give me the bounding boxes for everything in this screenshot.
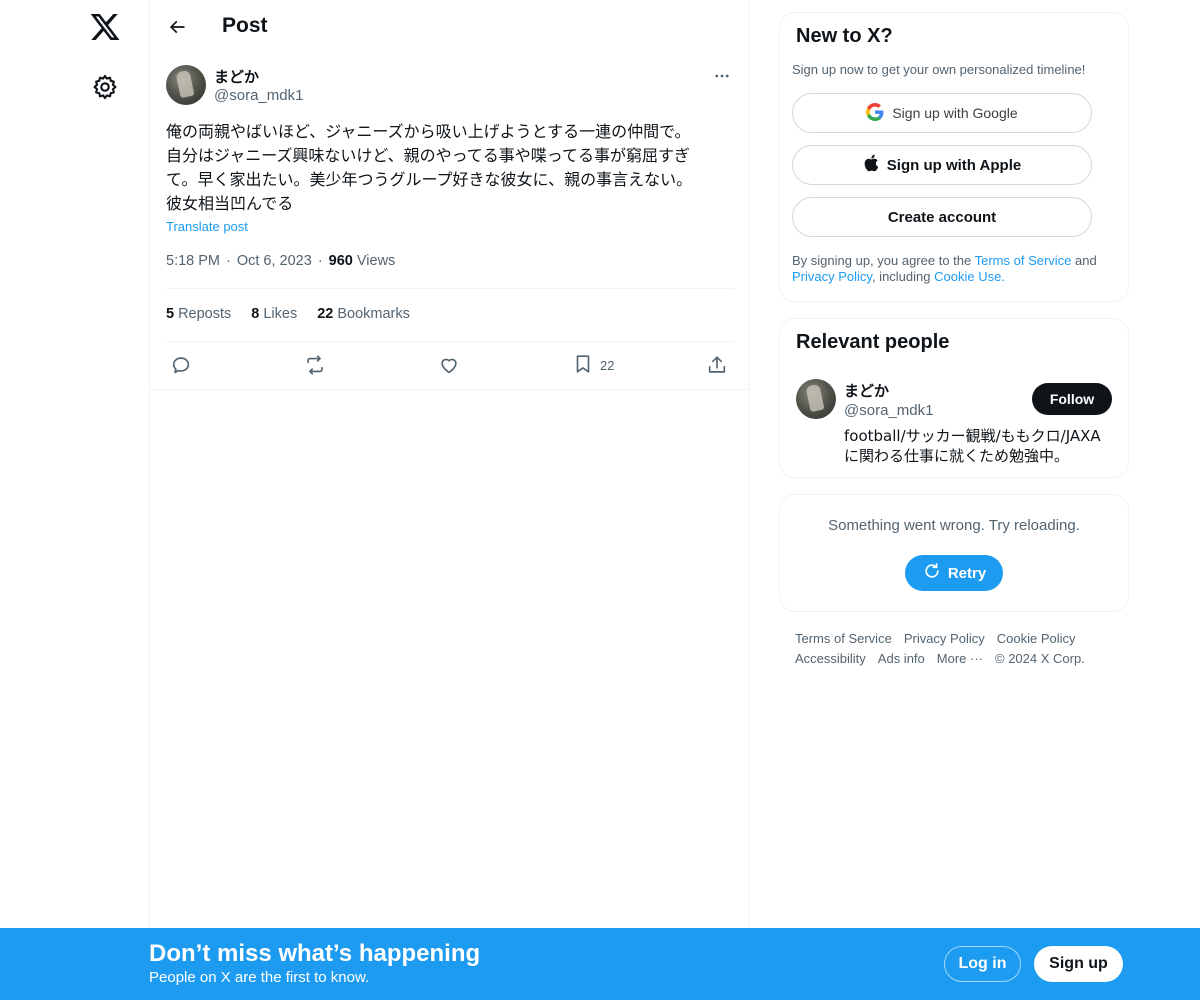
reply-icon[interactable] xyxy=(170,352,192,378)
follow-button[interactable]: Follow xyxy=(1032,383,1112,415)
post-author: まどか @sora_mdk1 xyxy=(166,64,734,108)
divider xyxy=(166,288,734,289)
author-handle[interactable]: @sora_mdk1 xyxy=(214,87,303,104)
relevant-people-card: Relevant people まどか @sora_mdk1 Follow fo… xyxy=(779,318,1129,478)
signup-google-label: Sign up with Google xyxy=(892,105,1018,121)
top-bar: Post xyxy=(150,0,750,53)
error-message: Something went wrong. Try reloading. xyxy=(828,517,1080,534)
error-card: Something went wrong. Try reloading. Ret… xyxy=(779,494,1129,612)
bookmark-count: 22 xyxy=(600,357,615,373)
apple-icon xyxy=(863,154,879,176)
footer-privacy-link[interactable]: Privacy Policy xyxy=(904,631,985,646)
google-icon xyxy=(866,102,884,124)
create-account-button[interactable]: Create account xyxy=(792,197,1092,237)
footer-cookie-link[interactable]: Cookie Policy xyxy=(997,631,1076,646)
post-time[interactable]: 5:18 PM xyxy=(166,253,220,269)
person-bio: football/サッカー観戦/ももクロ/JAXAに関わる仕事に就くため勉強中。 xyxy=(844,427,1101,465)
footer-accessibility-link[interactable]: Accessibility xyxy=(795,651,866,666)
views-count: 960 xyxy=(328,253,353,269)
signup-google-button[interactable]: Sign up with Google xyxy=(792,93,1092,133)
relevant-people-title: Relevant people xyxy=(796,331,950,353)
translate-post-link[interactable]: Translate post xyxy=(166,219,248,234)
avatar[interactable] xyxy=(166,65,206,105)
back-arrow-icon[interactable] xyxy=(162,12,192,42)
main-column: Post まどか @sora_mdk1 俺の両親やばいほど、ジャニーズから吸い上… xyxy=(149,0,750,1000)
signup-apple-button[interactable]: Sign up with Apple xyxy=(792,145,1092,185)
app-root: Post まどか @sora_mdk1 俺の両親やばいほど、ジャニーズから吸い上… xyxy=(0,0,1200,1000)
post-text: 俺の両親やばいほど、ジャニーズから吸い上げようとする一連の仲間で。 自分はジャニ… xyxy=(166,122,693,213)
signup-button[interactable]: Sign up xyxy=(1034,946,1123,982)
terms-link[interactable]: Terms of Service xyxy=(975,253,1072,268)
views-label: Views xyxy=(356,253,396,269)
share-icon[interactable] xyxy=(706,352,728,378)
signup-legal-text: By signing up, you agree to the Terms of… xyxy=(792,253,1097,284)
privacy-link[interactable]: Privacy Policy xyxy=(792,269,872,284)
footer-ads-link[interactable]: Ads info xyxy=(878,651,925,666)
signup-card-title: New to X? xyxy=(796,25,893,47)
footer-terms-link[interactable]: Terms of Service xyxy=(795,631,892,646)
bookmark-button[interactable]: 22 xyxy=(572,352,614,378)
footer-links: Terms of Service Privacy Policy Cookie Pol… xyxy=(795,629,1115,669)
gear-icon[interactable] xyxy=(91,73,119,101)
bottom-bar-subtitle: People on X are the first to know. xyxy=(149,969,370,986)
x-logo-icon[interactable] xyxy=(89,11,121,43)
post-stats: 5 Reposts 8 Likes 22 Bookmarks xyxy=(166,306,410,322)
signup-apple-label: Sign up with Apple xyxy=(886,156,1022,174)
person-handle[interactable]: @sora_mdk1 xyxy=(844,402,933,419)
retry-button[interactable]: Retry xyxy=(905,555,1003,591)
likes-stat[interactable]: 8 Likes xyxy=(251,306,297,322)
login-button[interactable]: Log in xyxy=(944,946,1021,982)
footer-more-link[interactable]: More ··· xyxy=(937,651,983,666)
page-title: Post xyxy=(222,14,268,37)
divider xyxy=(150,389,750,390)
more-options-icon[interactable] xyxy=(710,64,734,88)
left-nav xyxy=(0,0,150,1000)
cookie-use-link[interactable]: Cookie Use. xyxy=(934,269,1005,284)
author-name[interactable]: まどか xyxy=(214,66,259,87)
bookmark-icon xyxy=(572,353,594,378)
divider xyxy=(166,341,734,342)
reposts-stat[interactable]: 5 Reposts xyxy=(166,306,231,322)
like-icon[interactable] xyxy=(438,352,460,378)
retry-label: Retry xyxy=(947,564,987,582)
person-name[interactable]: まどか xyxy=(844,380,889,401)
signup-card-subtitle: Sign up now to get your own personalized… xyxy=(792,62,1086,77)
post-actions: 22 xyxy=(166,352,734,378)
refresh-icon xyxy=(922,561,942,585)
bottom-bar-title: Don’t miss what’s happening xyxy=(149,940,481,967)
repost-icon[interactable] xyxy=(304,352,326,378)
post-meta: 5:18 PM · Oct 6, 2023 · 960 Views xyxy=(166,253,396,269)
avatar[interactable] xyxy=(796,379,836,419)
signup-card: New to X? Sign up now to get your own pe… xyxy=(779,12,1129,302)
copyright: © 2024 X Corp. xyxy=(995,651,1085,666)
post-date[interactable]: Oct 6, 2023 xyxy=(237,253,312,269)
bottom-signup-bar: Don’t miss what’s happening People on X … xyxy=(0,928,1200,1000)
bookmarks-stat[interactable]: 22 Bookmarks xyxy=(317,306,410,322)
